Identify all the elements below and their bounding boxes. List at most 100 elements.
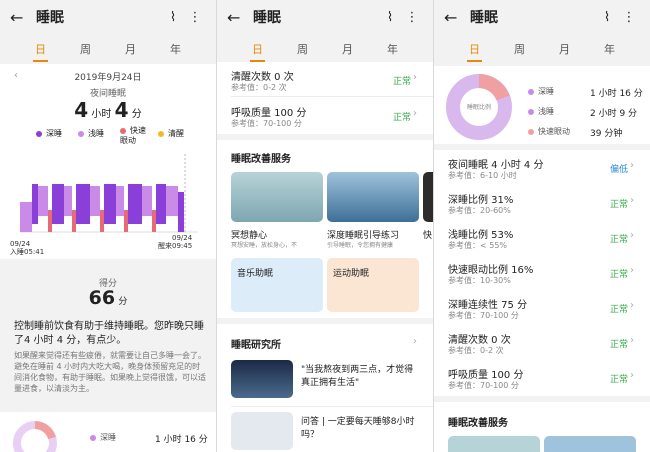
article-thumb[interactable] — [231, 360, 293, 398]
metric-row[interactable]: 浅睡比例 53% 参考值：< 55% 正常 › — [434, 220, 650, 255]
sleep-stage-bar — [142, 186, 152, 216]
tab-month[interactable]: 月 — [336, 40, 359, 60]
service-image-partial[interactable] — [423, 172, 433, 222]
legend-deep-dot — [528, 88, 534, 95]
chevron-right-icon[interactable]: › — [413, 72, 417, 83]
top-bar: ← 睡眠 ⌇ ⋮ — [217, 0, 433, 34]
deep-sleep-image[interactable] — [327, 172, 419, 222]
legend-awake: 清醒 — [158, 128, 184, 139]
legend-rem-dot — [528, 128, 534, 135]
service-sub: 冥想安睡，放松身心，不 — [231, 242, 298, 249]
page-title: 睡眠 — [470, 10, 498, 26]
back-arrow-icon[interactable]: ← — [10, 8, 28, 27]
tab-month[interactable]: 月 — [553, 40, 576, 60]
metric-ref: 参考值：20-60% — [448, 206, 511, 215]
metric-title: 清醒次数 0 次 — [448, 335, 511, 346]
services-card: 睡眠改善服务 — [434, 402, 650, 452]
share-icon[interactable]: ⌇ — [162, 10, 184, 25]
chevron-right-icon[interactable]: › — [413, 108, 417, 119]
metric-ref: 参考值：70-100 分 — [231, 119, 302, 128]
article-title[interactable]: "当我熬夜到两三点，才觉得真正拥有生活" — [301, 364, 419, 390]
back-arrow-icon[interactable]: ← — [444, 8, 462, 27]
period-tabs: 日 周 月 年 — [434, 40, 650, 62]
service-label[interactable]: 快 — [423, 228, 432, 241]
meditation-image[interactable] — [231, 172, 323, 222]
chevron-right-icon: › — [630, 335, 634, 346]
metric-row[interactable]: 清醒次数 0 次 参考值：0-2 次 正常 › — [434, 325, 650, 360]
service-sub: 引导睡眠，令您拥有健康 — [327, 242, 394, 249]
tab-month[interactable]: 月 — [119, 40, 142, 60]
sleep-stage-bar — [72, 210, 76, 232]
metric-row[interactable]: 快速眼动比例 16% 参考值：10-30% 正常 › — [434, 255, 650, 290]
ring-deep-value: 1 小时 16 分 — [155, 435, 208, 445]
more-icon[interactable]: ⋮ — [184, 10, 206, 25]
panel-sleep-stats: ← 睡眠 ⌇ ⋮ 日 周 月 年 睡眠比例 深睡 1 小时 16 分 浅睡 2 … — [434, 0, 650, 452]
service-image[interactable] — [544, 436, 636, 452]
metric-title: 深睡连续性 75 分 — [448, 300, 528, 311]
metric-ref: 参考值：0-2 次 — [231, 83, 287, 92]
sport-sleep-card[interactable]: 运动助眠 — [327, 258, 419, 312]
sleep-stage-bar — [32, 184, 38, 224]
back-arrow-icon[interactable]: ← — [227, 8, 245, 27]
metric-status: 正常 — [610, 235, 629, 245]
sleep-stage-bar — [48, 210, 52, 232]
tab-year[interactable]: 年 — [598, 40, 621, 60]
sleep-date: 2019年9月24日 — [74, 73, 142, 83]
tab-week[interactable]: 周 — [74, 40, 97, 60]
sleep-stage-bar — [52, 184, 64, 224]
legend-light-dot — [78, 130, 84, 137]
metric-status[interactable]: 正常 — [393, 74, 411, 87]
tab-day[interactable]: 日 — [29, 40, 52, 62]
legend-deep: 深睡 — [528, 86, 554, 97]
tab-day[interactable]: 日 — [463, 40, 486, 62]
article-title[interactable]: 问答 | 一定要每天睡够8小时吗？ — [301, 416, 419, 442]
metric-row[interactable]: 深睡比例 31% 参考值：20-60% 正常 › — [434, 185, 650, 220]
tab-week[interactable]: 周 — [291, 40, 314, 60]
tab-week[interactable]: 周 — [508, 40, 531, 60]
legend-light-dot — [528, 108, 534, 115]
legend-rem: 快速眼动 — [528, 126, 570, 137]
chevron-right-icon: › — [630, 370, 634, 381]
metric-status: 正常 — [610, 305, 629, 315]
service-image[interactable] — [448, 436, 540, 452]
legend-light-value: 2 小时 9 分 — [590, 109, 638, 119]
metric-row[interactable]: 呼吸质量 100 分 参考值：70-100 分 正常 › — [434, 360, 650, 395]
share-icon[interactable]: ⌇ — [379, 10, 401, 25]
period-tabs: 日 周 月 年 — [217, 40, 433, 62]
chevron-right-icon: › — [630, 160, 634, 171]
metric-row[interactable]: 夜间睡眠 4 小时 4 分 参考值：6-10 小时 偏低 › — [434, 150, 650, 185]
share-icon[interactable]: ⌇ — [596, 10, 618, 25]
article-thumb[interactable] — [231, 412, 293, 450]
chevron-right-icon[interactable]: › — [413, 336, 417, 347]
metric-row[interactable]: 深睡连续性 75 分 参考值：70-100 分 正常 › — [434, 290, 650, 325]
chevron-right-icon: › — [630, 300, 634, 311]
tab-year[interactable]: 年 — [381, 40, 404, 60]
sleep-stage-bar — [152, 210, 156, 232]
music-sleep-card[interactable]: 音乐助眠 — [231, 258, 323, 312]
sleep-stage-bar — [100, 210, 104, 232]
metric-title: 夜间睡眠 4 小时 4 分 — [448, 160, 544, 171]
period-tabs: 日 周 月 年 — [0, 40, 216, 62]
metric-ref: 参考值：10-30% — [448, 276, 511, 285]
sleep-stage-chart — [20, 154, 198, 233]
sleep-stage-bar — [128, 184, 142, 224]
legend-awake-dot — [158, 130, 164, 137]
legend-rem-dot — [120, 127, 126, 134]
metric-title: 快速眼动比例 16% — [448, 265, 534, 276]
metric-status[interactable]: 正常 — [393, 110, 411, 123]
panel-sleep-day: ← 睡眠 ⌇ ⋮ 日 周 月 年 ‹ 2019年9月24日 夜间睡眠 4 小时 … — [0, 0, 216, 452]
advice-title: 控制睡前饮食有助于维持睡眠。您昨晚只睡了4 小时 4 分，有点少。 — [14, 321, 204, 346]
metric-title: 呼吸质量 100 分 — [448, 370, 524, 381]
tab-day[interactable]: 日 — [246, 40, 269, 62]
metric-ref: 参考值：< 55% — [448, 241, 508, 250]
more-icon[interactable]: ⋮ — [401, 10, 423, 25]
ring-legend-deep: 深睡 — [90, 432, 116, 443]
metric-title: 呼吸质量 100 分 — [231, 108, 307, 119]
sleep-start-label: 09/24 入睡05:41 — [10, 240, 45, 256]
sleep-stage-bar — [124, 210, 128, 232]
sleep-score: 66 分 — [88, 287, 128, 309]
tab-year[interactable]: 年 — [164, 40, 187, 60]
more-icon[interactable]: ⋮ — [618, 10, 640, 25]
metric-title: 深睡比例 31% — [448, 195, 514, 206]
sleep-stage-bar — [156, 184, 166, 224]
